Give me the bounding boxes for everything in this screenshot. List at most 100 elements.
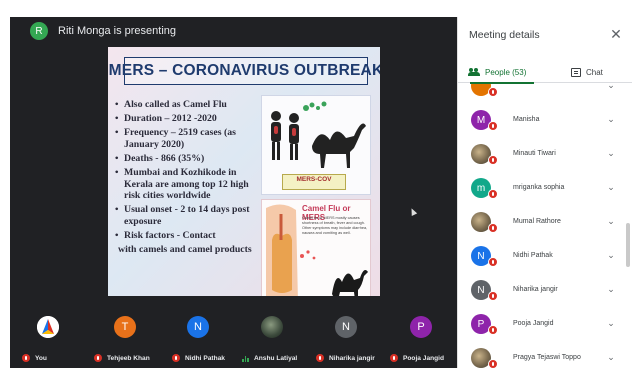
panel-scrollbar[interactable] — [626, 223, 630, 267]
chevron-down-icon[interactable]: ⌄ — [606, 250, 616, 260]
participant-name: Nidhi Pathak — [513, 252, 553, 259]
participant-tile[interactable]: Anshu Latiyal — [234, 296, 310, 368]
participant-name: Manisha — [513, 116, 540, 123]
chat-icon — [571, 67, 581, 77]
participant-tile[interactable]: T Tehjeeb Khan — [90, 296, 160, 368]
chevron-down-icon[interactable]: ⌄ — [606, 352, 616, 362]
participant-tile[interactable]: N Nidhi Pathak — [162, 296, 234, 368]
mic-off-icon — [488, 155, 498, 165]
meeting-details-panel: Meeting details ✕ People (53) Chat ⌄ M M… — [457, 17, 632, 368]
mic-off-icon — [316, 354, 324, 362]
chevron-down-icon[interactable]: ⌄ — [606, 84, 616, 90]
chevron-down-icon[interactable]: ⌄ — [606, 148, 616, 158]
slide-bullets: Also called as Camel Flu Duration – 2012… — [114, 99, 264, 258]
tab-chat-label: Chat — [586, 67, 603, 77]
participant-row[interactable]: ⌄ — [458, 84, 623, 104]
slide-bullet: Mumbai and Kozhikode in Kerala are among… — [114, 167, 264, 202]
participant-avatar: N — [187, 316, 209, 338]
participant-row[interactable]: Pragya Tejaswi Toppo ⌄ — [458, 342, 623, 368]
mic-off-icon — [488, 223, 498, 233]
slide-bullet: Also called as Camel Flu — [114, 99, 264, 111]
mic-off-icon — [390, 354, 398, 362]
people-icon — [468, 68, 480, 76]
participant-tile[interactable]: P Pooja Jangid — [386, 296, 456, 368]
mic-off-icon — [488, 189, 498, 199]
mic-off-icon — [488, 121, 498, 131]
chevron-down-icon[interactable]: ⌄ — [606, 114, 616, 124]
tile-name-row: Anshu Latiyal — [242, 355, 297, 362]
participant-name: Mumal Rathore — [513, 218, 561, 225]
self-logo-icon — [37, 316, 59, 338]
participant-name: mriganka sophia — [513, 184, 565, 191]
meet-window: R Riti Monga is presenting MERS – CORONA… — [0, 0, 632, 368]
presenter-label: Riti Monga is presenting — [58, 25, 177, 37]
participant-row[interactable]: N Niharika jangir ⌄ — [458, 274, 623, 308]
tile-name: Tehjeeb Khan — [107, 354, 150, 362]
presenter-avatar: R — [30, 22, 48, 40]
self-avatar — [37, 316, 59, 338]
tile-name-row: Tehjeeb Khan — [94, 354, 150, 362]
participant-avatar: T — [114, 316, 136, 338]
participant-tiles-strip: You T Tehjeeb Khan N Nidhi Pathak Anshu … — [10, 296, 457, 368]
slide-bullet: Usual onset - 2 to 14 days post exposure — [114, 204, 264, 227]
mers-cov-illustration: MERS-COV — [261, 95, 371, 195]
panel-title: Meeting details — [469, 29, 540, 41]
participant-name: Pooja Jangid — [513, 320, 554, 327]
tile-name: Anshu Latiyal — [254, 355, 298, 362]
participant-name: Minauti Tiwari — [513, 150, 556, 157]
mic-active-icon — [242, 355, 250, 362]
tab-people[interactable]: People (53) — [468, 61, 542, 84]
slide-bullet: Deaths - 866 (35%) — [114, 153, 264, 165]
slide-bullet: Duration – 2012 -2020 — [114, 113, 264, 125]
participant-photo-avatar — [261, 316, 283, 338]
mouse-pointer-icon — [408, 207, 418, 216]
participant-row[interactable]: M Manisha ⌄ — [458, 104, 623, 138]
camel-flu-description: Camel flu or MERS mostly causes shortnes… — [302, 216, 368, 235]
tab-chat[interactable]: Chat — [571, 61, 603, 83]
mers-cov-caption: MERS-COV — [282, 174, 346, 190]
mic-off-icon — [488, 87, 498, 97]
panel-tabs: People (53) Chat — [458, 61, 632, 84]
tile-name-row: Nidhi Pathak — [172, 354, 225, 362]
mic-off-icon — [488, 359, 498, 368]
participant-row[interactable]: Mumal Rathore ⌄ — [458, 206, 623, 240]
participant-name: Niharika jangir — [513, 286, 558, 293]
participant-row[interactable]: Minauti Tiwari ⌄ — [458, 138, 623, 172]
participant-avatar: N — [335, 316, 357, 338]
tile-name-row: You — [22, 354, 47, 362]
tile-name: Nidhi Pathak — [185, 354, 225, 362]
slide-title: MERS – CORONAVIRUS OUTBREAK — [109, 57, 380, 85]
participant-row[interactable]: N Nidhi Pathak ⌄ — [458, 240, 623, 274]
slide-bullet: Risk factors - Contact — [114, 230, 264, 242]
participant-avatar: P — [410, 316, 432, 338]
slide-bullet-continued: with camels and camel products — [118, 244, 252, 256]
chevron-down-icon[interactable]: ⌄ — [606, 182, 616, 192]
mic-off-icon — [94, 354, 102, 362]
camel-flu-illustration: Camel Flu or MERS Camel flu or MERS most… — [261, 199, 371, 302]
slide-bullet: Frequency – 2519 cases (as January 2020) — [114, 127, 264, 150]
participant-name: Pragya Tejaswi Toppo — [513, 354, 581, 361]
tile-name-row: Niharika jangir — [316, 354, 375, 362]
tile-name: Niharika jangir — [329, 354, 375, 362]
mic-off-icon — [488, 257, 498, 267]
participant-tile[interactable]: You — [18, 296, 78, 368]
chevron-down-icon[interactable]: ⌄ — [606, 318, 616, 328]
tile-name: Pooja Jangid — [403, 354, 445, 362]
mic-off-icon — [488, 291, 498, 301]
panel-header: Meeting details ✕ — [458, 17, 632, 51]
tab-people-label: People (53) — [485, 67, 527, 77]
chevron-down-icon[interactable]: ⌄ — [606, 284, 616, 294]
participant-tile[interactable]: N Niharika jangir — [310, 296, 382, 368]
presenter-bar: R Riti Monga is presenting — [10, 17, 457, 45]
participant-row[interactable]: P Pooja Jangid ⌄ — [458, 308, 623, 342]
tile-name: You — [35, 354, 47, 362]
participant-list: ⌄ M Manisha ⌄ Minauti Tiwari ⌄ m mrigank… — [458, 84, 632, 368]
mic-off-icon — [488, 325, 498, 335]
participant-row[interactable]: m mriganka sophia ⌄ — [458, 172, 623, 206]
close-icon[interactable]: ✕ — [608, 26, 624, 42]
mic-off-icon — [172, 354, 180, 362]
tile-name-row: Pooja Jangid — [390, 354, 444, 362]
mic-off-icon — [22, 354, 30, 362]
chevron-down-icon[interactable]: ⌄ — [606, 216, 616, 226]
shared-slide: MERS – CORONAVIRUS OUTBREAK Also called … — [108, 47, 380, 302]
